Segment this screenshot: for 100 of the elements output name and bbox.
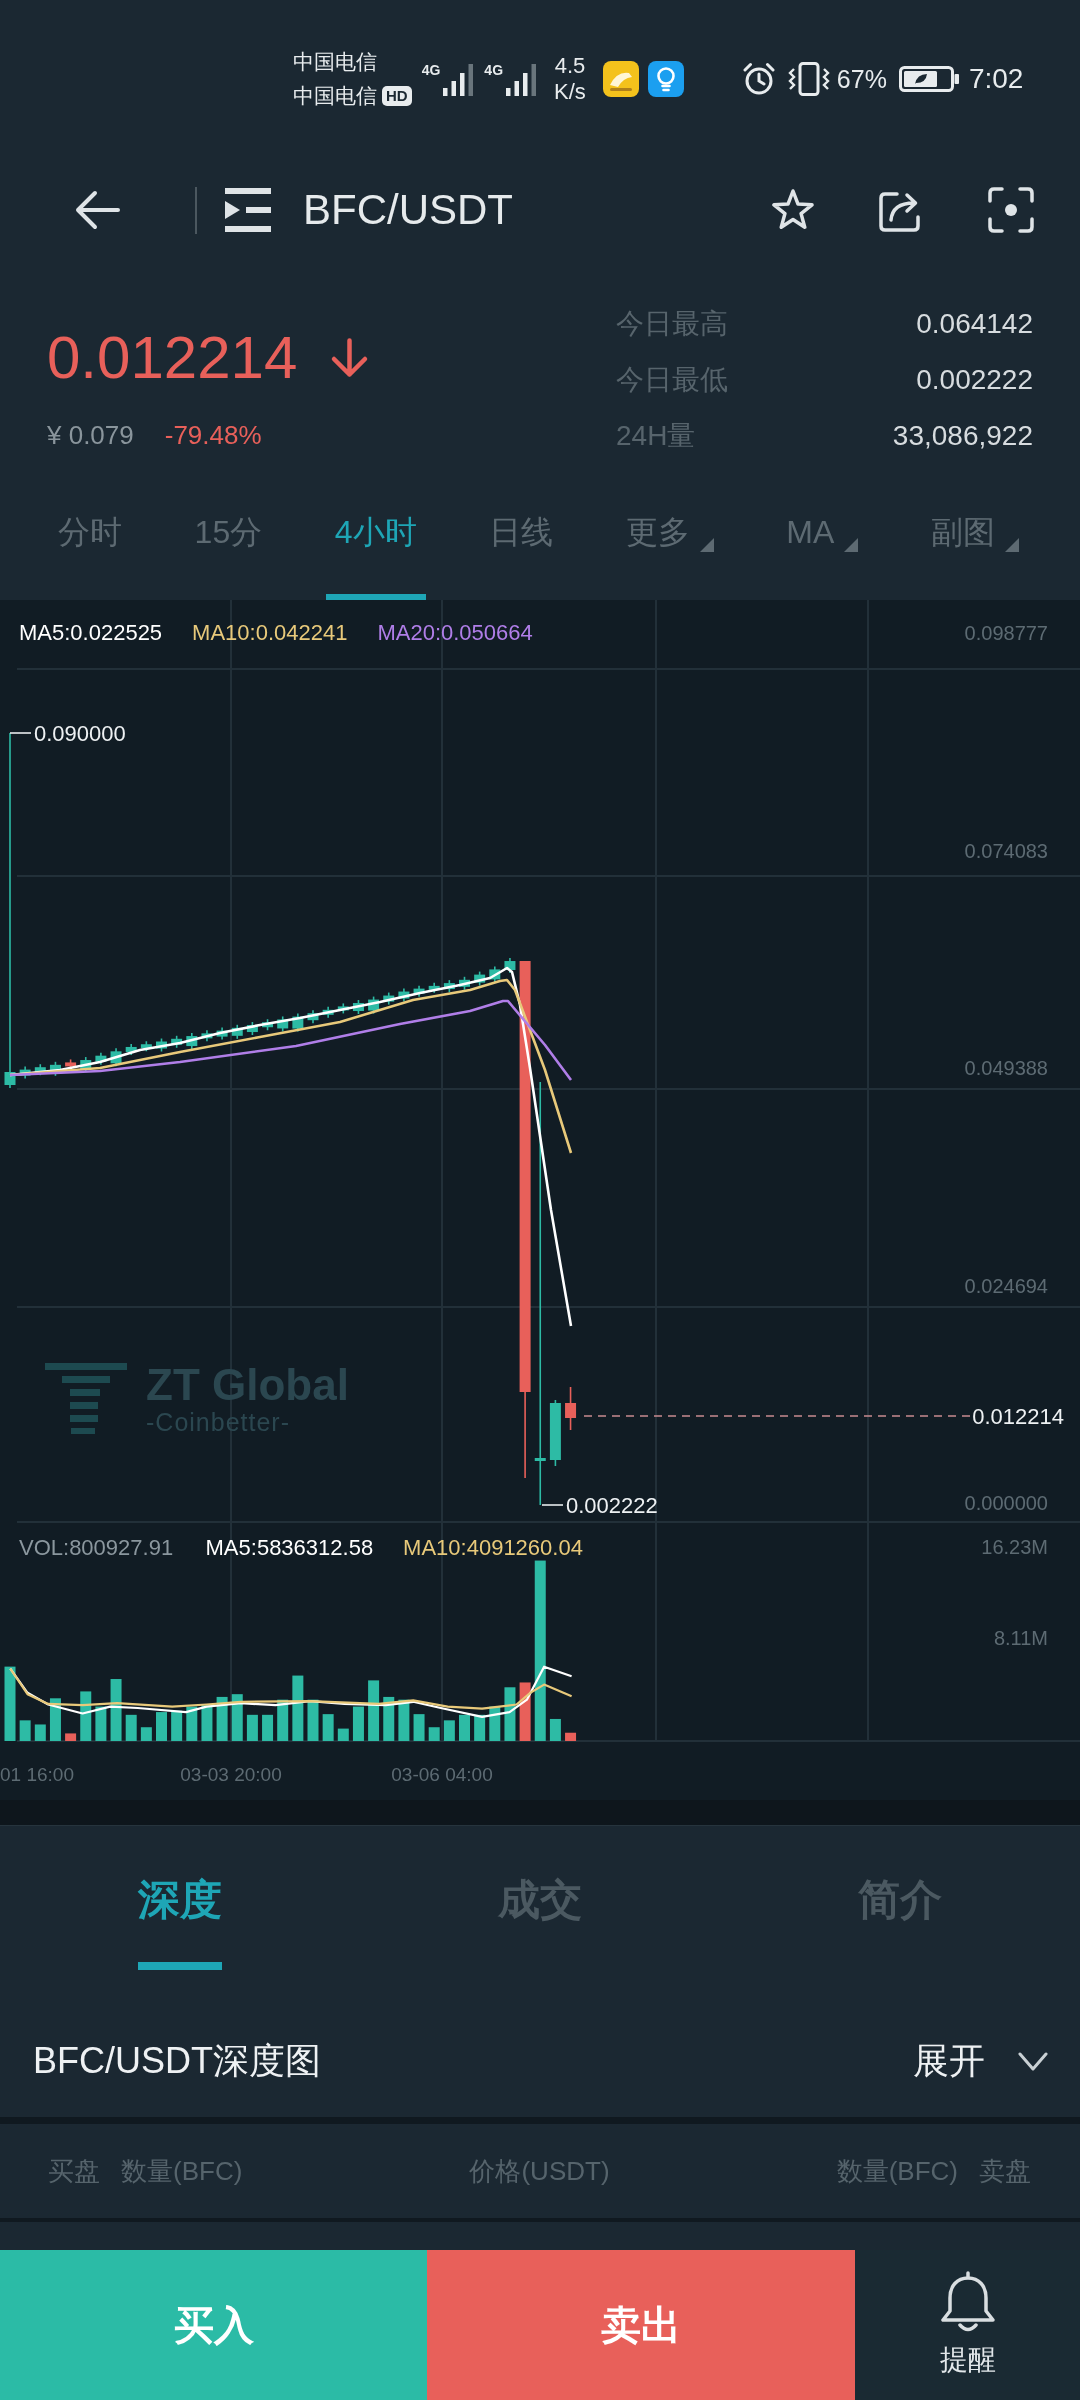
volume-bar	[49, 1698, 61, 1741]
stat-value: 0.002222	[916, 364, 1033, 396]
price-axis-label: 0.024694	[964, 1274, 1048, 1297]
volume-bar	[125, 1714, 137, 1741]
candlestick	[156, 1037, 167, 1053]
candlestick	[368, 995, 380, 1015]
network-type-label: 4G	[484, 62, 504, 78]
volume-axis-label: 8.11M	[993, 1627, 1048, 1649]
candlestick	[352, 999, 364, 1015]
volume-bar	[428, 1727, 440, 1741]
interval-tab[interactable]: MA	[777, 490, 868, 600]
volume-bar	[413, 1714, 425, 1741]
high-marker-line	[9, 732, 32, 734]
detail-tab[interactable]: 深度	[138, 1826, 222, 1970]
vibrate-icon	[787, 62, 830, 96]
volume-bar	[398, 1699, 410, 1741]
ma-legend-label: MA5:0.022525	[19, 619, 163, 645]
volume-bar	[549, 1718, 561, 1741]
back-icon[interactable]	[74, 190, 120, 230]
candlestick	[428, 982, 440, 994]
network-speed-unit: K/s	[554, 79, 586, 105]
interval-tab[interactable]: 分时	[49, 490, 131, 600]
ma-legend-label: MA10:0.042241	[192, 619, 348, 645]
stat-label: 今日最低	[616, 363, 728, 397]
candlestick	[459, 976, 470, 991]
candlestick	[231, 1024, 243, 1040]
volume-bar	[171, 1710, 183, 1741]
price-axis-label: 0.098777	[964, 622, 1048, 644]
candlestick	[262, 1018, 274, 1032]
low-price-label: 0.002222	[566, 1492, 658, 1518]
price-axis-label: 0.000000	[964, 1492, 1048, 1514]
candlestick	[292, 1012, 304, 1033]
volume-legend-label: MA10:4091260.04	[403, 1534, 583, 1560]
carrier-name: 中国电信	[293, 83, 377, 109]
volume-bar	[322, 1714, 334, 1741]
interval-tab[interactable]: 更多	[616, 490, 723, 600]
chevron-down-icon	[1018, 2051, 1048, 2072]
clock-time: 7:02	[968, 63, 1024, 95]
volume-bar	[474, 1714, 486, 1741]
interval-tab[interactable]: 15分	[185, 490, 272, 600]
volume-bar	[262, 1714, 274, 1741]
screenshot-icon[interactable]	[988, 187, 1034, 233]
column-header: 价格(USDT)	[469, 2154, 610, 2188]
signal-bars-icon	[443, 64, 474, 96]
low-marker-line	[541, 1504, 564, 1506]
candlestick	[186, 1032, 198, 1050]
expand-toggle[interactable]: 展开	[913, 2037, 1048, 2086]
candlestick	[383, 991, 395, 1006]
candlestick	[443, 979, 455, 993]
volume-bar	[156, 1712, 167, 1741]
candlestick	[201, 1029, 213, 1043]
interval-tab[interactable]: 副图	[921, 490, 1028, 600]
volume-bar	[80, 1691, 92, 1741]
column-header: 买盘	[48, 2154, 100, 2188]
volume-bar	[186, 1706, 198, 1741]
time-axis-label: 03-03 20:00	[180, 1763, 282, 1785]
alarm-clock-icon	[741, 62, 776, 96]
candlestick	[19, 1065, 31, 1080]
candlestick	[216, 1026, 228, 1041]
volume-bar	[34, 1724, 46, 1741]
star-icon[interactable]	[770, 189, 816, 231]
time-axis-label: 01 16:00	[0, 1763, 74, 1785]
volume-bar	[504, 1687, 516, 1741]
candlestick	[140, 1040, 152, 1053]
cny-price: ¥ 0.079	[47, 419, 134, 451]
price-change: -79.48%	[164, 419, 262, 451]
candlestick	[171, 1035, 183, 1049]
time-axis-label: 03-06 04:00	[391, 1763, 493, 1785]
volume-bar	[95, 1706, 107, 1741]
interval-tab[interactable]: 日线	[480, 490, 563, 600]
sell-button[interactable]: 卖出	[427, 2250, 855, 2400]
volume-bar	[140, 1727, 152, 1741]
candlestick	[95, 1051, 107, 1066]
volume-bar	[337, 1728, 349, 1741]
volume-bar	[246, 1714, 258, 1741]
stat-label: 24H量	[616, 419, 696, 453]
volume-bar	[65, 1733, 77, 1741]
battery-percent: 67%	[836, 64, 887, 94]
stat-value: 0.064142	[916, 308, 1033, 340]
volume-bar	[231, 1694, 243, 1741]
price-axis-label: 0.074083	[964, 839, 1048, 862]
carrier-name: 中国电信	[293, 49, 377, 75]
candlestick	[337, 1002, 349, 1015]
stat-label: 今日最高	[616, 307, 728, 341]
menu-icon[interactable]	[225, 187, 271, 233]
volume-bar	[277, 1699, 289, 1741]
volume-bar	[519, 1682, 531, 1741]
buy-button[interactable]: 买入	[0, 2250, 427, 2400]
column-header: 卖盘	[979, 2154, 1031, 2188]
high-price-label: 0.090000	[34, 720, 126, 746]
volume-axis-label: 16.23M	[981, 1536, 1048, 1558]
candlestick	[49, 1061, 61, 1077]
candlestick	[246, 1021, 258, 1036]
hd-indicator: HD	[382, 86, 412, 106]
candlestick	[549, 1399, 561, 1467]
candlestick	[413, 984, 425, 998]
candlestick	[322, 1006, 334, 1019]
column-header: 数量(BFC)	[121, 2154, 243, 2188]
battery-icon	[898, 66, 959, 92]
volume-bar	[489, 1706, 501, 1741]
